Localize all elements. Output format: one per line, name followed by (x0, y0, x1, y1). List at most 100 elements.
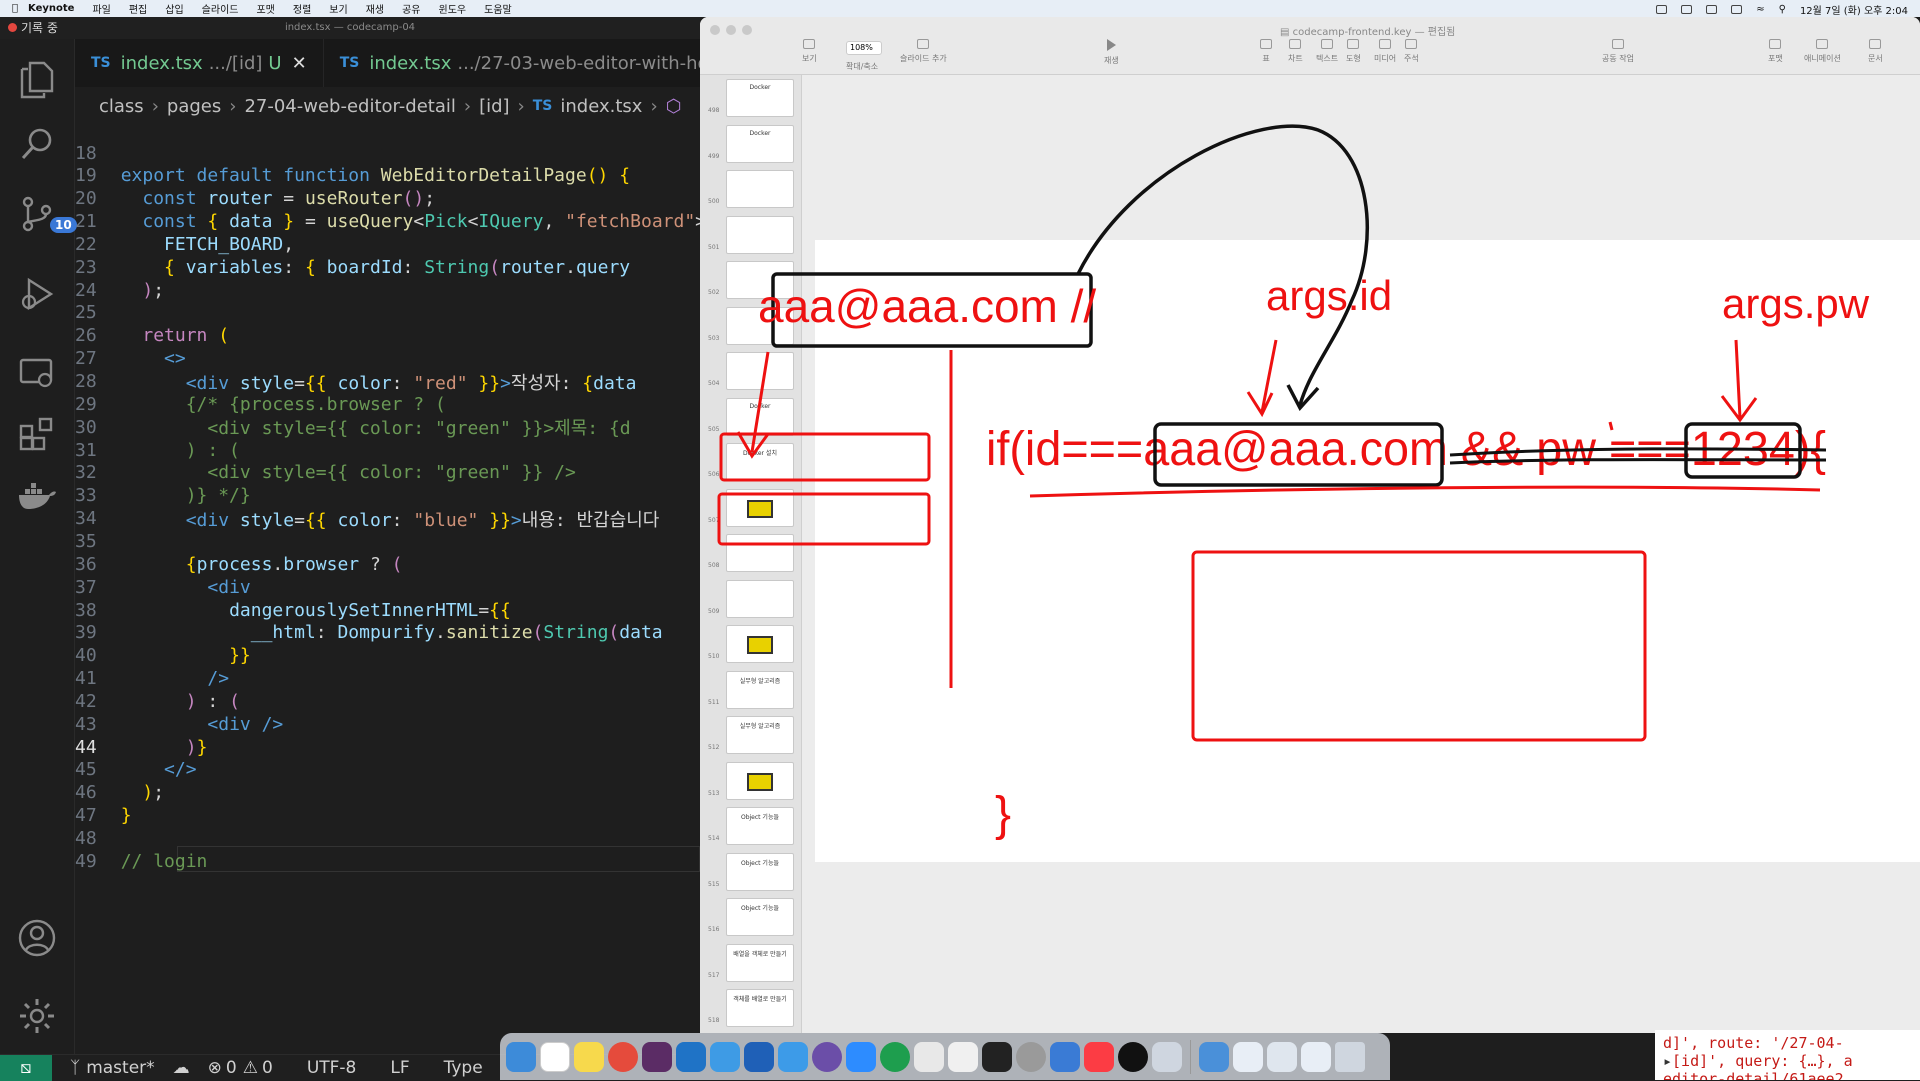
music-icon[interactable] (1084, 1041, 1114, 1072)
insert-table-button[interactable]: 표 (1260, 39, 1272, 64)
slide-thumbnail[interactable]: Docker 설치 (726, 443, 794, 481)
slack-icon[interactable] (642, 1041, 672, 1072)
mongodb-icon[interactable] (880, 1041, 910, 1072)
slide-thumbnail[interactable]: Docker (726, 124, 794, 163)
screen-grabs-icon[interactable] (1267, 1041, 1297, 1072)
menu-help[interactable]: 도움말 (484, 1, 512, 16)
error-count[interactable]: 0 (226, 1058, 237, 1078)
chrome-icon[interactable] (608, 1041, 638, 1072)
slide-thumbnail[interactable]: 실무형 알고리즘 (726, 670, 794, 709)
error-icon[interactable]: ⊗ (208, 1058, 222, 1078)
screen-record-icon[interactable] (1656, 5, 1668, 14)
insert-chart-button[interactable]: 차트 (1288, 39, 1303, 64)
format-button[interactable]: 포맷 (1768, 39, 1783, 64)
slide-navigator[interactable]: Docker 498 Docker 499 500 501 502 503 504 Docker 5… (700, 75, 802, 1033)
view-button[interactable]: 보기 (802, 39, 817, 64)
display-app-icon[interactable] (1152, 1041, 1182, 1072)
settings-gear-icon[interactable] (16, 995, 58, 1037)
explorer-icon[interactable] (16, 59, 58, 101)
breadcrumb-pages[interactable]: pages (167, 96, 221, 117)
slide-thumbnail[interactable] (726, 215, 794, 254)
play-button[interactable]: 재생 (1104, 39, 1119, 66)
menu-file[interactable]: 파일 (92, 1, 110, 16)
expand-triangle-icon[interactable]: ▸ (1663, 1052, 1672, 1070)
minimize-window-button[interactable] (726, 25, 736, 35)
tab-index-detail[interactable]: TS index.tsx .../[id] U ✕ (75, 39, 324, 87)
zoom-select[interactable]: 108% (846, 41, 882, 55)
github-icon[interactable] (1118, 1041, 1148, 1072)
encoding[interactable]: UTF-8 (307, 1058, 357, 1078)
app-purple-icon[interactable] (812, 1041, 842, 1072)
preview-icon[interactable] (948, 1041, 978, 1072)
apple-icon[interactable]:  (12, 3, 18, 14)
slide-thumbnail[interactable]: 객체를 배열로 만들기 (726, 989, 794, 1027)
slide-thumbnail[interactable] (726, 261, 794, 299)
keynote-icon[interactable] (710, 1041, 740, 1072)
menu-insert[interactable]: 삽입 (165, 1, 183, 16)
search-icon[interactable] (16, 123, 58, 165)
account-icon[interactable] (16, 917, 58, 959)
menu-app-name[interactable]: Keynote (28, 3, 74, 14)
menu-format[interactable]: 포맷 (256, 1, 274, 16)
breadcrumb-class[interactable]: class (99, 96, 144, 117)
devtools-console[interactable]: d]', route: '/27-04- ▸[id]', query: {…},… (1655, 1030, 1920, 1080)
slide-thumbnail[interactable] (726, 306, 794, 345)
slide-thumbnail[interactable]: Object 기능들 (726, 807, 794, 845)
downloads-folder-icon[interactable] (1199, 1041, 1229, 1072)
remote-indicator-icon[interactable]: ⧅ (0, 1054, 52, 1081)
sync-cloud-icon[interactable]: ☁ (173, 1058, 190, 1078)
menu-edit[interactable]: 편집 (129, 1, 147, 16)
docker-whale-icon[interactable] (778, 1041, 808, 1072)
docker-app-icon[interactable] (744, 1041, 774, 1072)
screenshot-icon[interactable] (1050, 1041, 1080, 1072)
close-window-button[interactable] (710, 25, 720, 35)
breadcrumb-id[interactable]: [id] (479, 96, 509, 117)
menu-slide[interactable]: 슬라이드 (202, 1, 239, 16)
slide-thumbnail[interactable] (726, 761, 794, 800)
line-ending[interactable]: LF (390, 1058, 409, 1078)
animate-button[interactable]: 애니메이션 (1804, 39, 1841, 64)
language-mode[interactable]: Type (444, 1058, 483, 1078)
slide-thumbnail[interactable]: Docker (726, 79, 794, 117)
slide-thumbnail[interactable] (726, 625, 794, 663)
breadcrumb-folder[interactable]: 27-04-web-editor-detail (244, 96, 455, 117)
insert-shape-button[interactable]: 도형 (1346, 39, 1361, 64)
menu-share[interactable]: 공유 (402, 1, 420, 16)
trash-icon[interactable] (1335, 1041, 1365, 1072)
menu-window[interactable]: 윈도우 (439, 1, 467, 16)
slide-thumbnail[interactable]: 배열을 객체로 만들기 (726, 943, 794, 982)
wifi-icon[interactable]: ≈ (1756, 4, 1764, 15)
docker-icon[interactable] (16, 475, 58, 517)
tab-close-icon[interactable]: ✕ (292, 53, 307, 74)
slide-thumbnail[interactable] (726, 170, 794, 208)
desktop-stack-icon[interactable] (1301, 1041, 1331, 1072)
document-button[interactable]: 문서 (1868, 39, 1883, 64)
calendar-icon[interactable] (540, 1041, 570, 1072)
zoom-window-button[interactable] (742, 25, 752, 35)
code-line[interactable]: 49 // login (75, 847, 207, 875)
slide-thumbnail[interactable]: 실무형 알고리즘 (726, 716, 794, 754)
extensions-icon[interactable] (16, 413, 58, 455)
system-settings-icon[interactable] (1016, 1041, 1046, 1072)
display-icon[interactable] (1681, 5, 1693, 14)
breadcrumb-file[interactable]: index.tsx (560, 96, 642, 117)
vscode-icon[interactable] (676, 1041, 706, 1072)
insert-text-button[interactable]: 텍스트 (1316, 39, 1338, 64)
menu-play[interactable]: 재생 (366, 1, 384, 16)
battery-icon[interactable] (1731, 5, 1743, 14)
git-branch[interactable]: master* (86, 1058, 154, 1078)
source-control-icon[interactable]: 10 (16, 193, 77, 235)
slide-thumbnail[interactable] (726, 488, 794, 527)
menu-clock[interactable]: 12월 7일 (화) 오후 2:04 (1800, 2, 1908, 17)
slide[interactable] (815, 240, 1920, 862)
terminal-icon[interactable] (982, 1041, 1012, 1072)
insert-media-button[interactable]: 미디어 (1374, 39, 1396, 64)
slide-thumbnail[interactable] (726, 352, 794, 390)
warning-icon[interactable]: ⚠ (243, 1058, 258, 1078)
menu-arrange[interactable]: 정렬 (293, 1, 311, 16)
slide-thumbnail[interactable]: Docker (726, 397, 794, 436)
run-debug-icon[interactable] (16, 273, 58, 315)
menu-view[interactable]: 보기 (329, 1, 347, 16)
code-editor[interactable]: 18 19 export default function WebEditorDet… (75, 139, 700, 1054)
remote-explorer-icon[interactable] (16, 353, 58, 395)
